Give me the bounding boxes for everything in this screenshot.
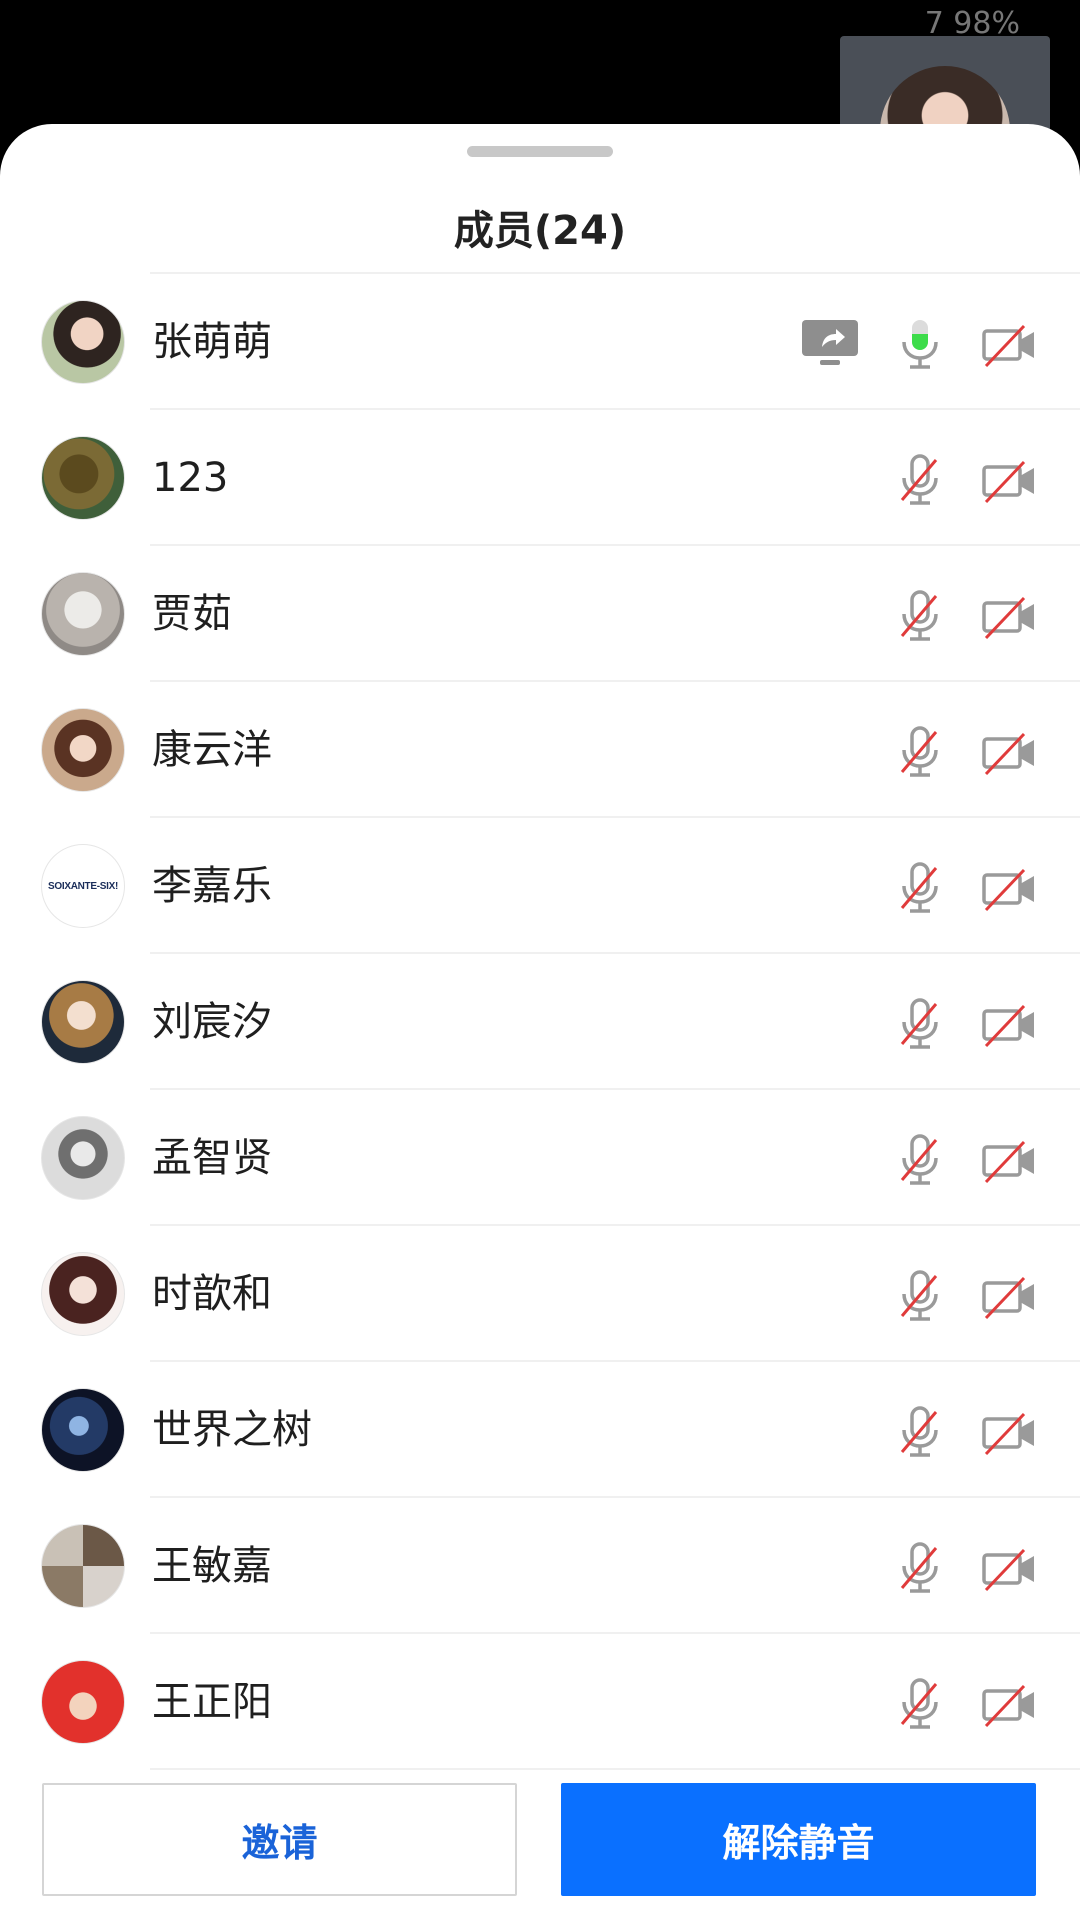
microphone-active-icon[interactable] (890, 314, 950, 374)
sheet-title: 成员(24) (453, 208, 627, 254)
member-row[interactable]: 康云洋 (0, 682, 1080, 818)
member-name: 刘宸汐 (152, 999, 272, 1045)
avatar (41, 1660, 125, 1744)
avatar (41, 572, 125, 656)
microphone-muted-icon[interactable] (890, 1538, 950, 1598)
member-name: 世界之树 (152, 1407, 312, 1453)
member-list: 张萌萌 123 贾茹康云洋 SOIXANTE-SIX! 李嘉乐刘宸汐孟智贤时歆和世界之树… (0, 274, 1080, 1770)
avatar (41, 1388, 125, 1472)
microphone-muted-icon[interactable] (890, 722, 950, 782)
avatar (41, 1116, 125, 1200)
member-row[interactable]: 贾茹 (0, 546, 1080, 682)
microphone-muted-icon[interactable] (890, 1674, 950, 1734)
microphone-muted-icon[interactable] (890, 1130, 950, 1190)
camera-off-icon[interactable] (980, 1674, 1040, 1734)
camera-off-icon[interactable] (980, 586, 1040, 646)
member-name: 时歆和 (152, 1271, 272, 1317)
member-row[interactable]: 世界之树 (0, 1362, 1080, 1498)
camera-off-icon[interactable] (980, 994, 1040, 1054)
member-row[interactable]: 王敏嘉 (0, 1498, 1080, 1634)
member-row[interactable]: 刘宸汐 (0, 954, 1080, 1090)
member-name: 李嘉乐 (152, 863, 272, 909)
avatar (41, 1252, 125, 1336)
member-name: 123 (152, 455, 229, 501)
camera-off-icon[interactable] (980, 1538, 1040, 1598)
microphone-muted-icon[interactable] (890, 994, 950, 1054)
member-row[interactable]: 张萌萌 (0, 274, 1080, 410)
avatar (41, 436, 125, 520)
avatar (41, 708, 125, 792)
camera-off-icon[interactable] (980, 314, 1040, 374)
member-row[interactable]: 123 (0, 410, 1080, 546)
member-row[interactable]: 王正阳 (0, 1634, 1080, 1770)
members-sheet: 成员(24) 张萌萌 123 贾茹康云洋 SOIXANTE-SIX! 李嘉乐刘宸汐孟智贤… (0, 124, 1080, 1920)
camera-off-icon[interactable] (980, 858, 1040, 918)
member-row[interactable]: 时歆和 (0, 1226, 1080, 1362)
member-name: 贾茹 (152, 591, 232, 637)
member-name: 孟智贤 (152, 1135, 272, 1181)
unmute-button[interactable]: 解除静音 (561, 1783, 1036, 1896)
invite-button[interactable]: 邀请 (42, 1783, 517, 1896)
camera-off-icon[interactable] (980, 1130, 1040, 1190)
drag-handle[interactable] (467, 146, 613, 157)
footer-actions: 邀请 解除静音 (0, 1780, 1080, 1920)
member-row[interactable]: SOIXANTE-SIX! 李嘉乐 (0, 818, 1080, 954)
avatar (41, 300, 125, 384)
camera-off-icon[interactable] (980, 1266, 1040, 1326)
avatar-logo-text: SOIXANTE-SIX! (48, 880, 118, 892)
member-row[interactable]: 孟智贤 (0, 1090, 1080, 1226)
microphone-muted-icon[interactable] (890, 858, 950, 918)
member-name: 张萌萌 (152, 319, 272, 365)
screen-share-icon (800, 314, 858, 374)
camera-off-icon[interactable] (980, 450, 1040, 510)
camera-off-icon[interactable] (980, 1402, 1040, 1462)
avatar: SOIXANTE-SIX! (41, 844, 125, 928)
member-name: 王敏嘉 (152, 1543, 272, 1589)
member-name: 王正阳 (152, 1679, 272, 1725)
microphone-muted-icon[interactable] (890, 1266, 950, 1326)
microphone-muted-icon[interactable] (890, 586, 950, 646)
microphone-muted-icon[interactable] (890, 450, 950, 510)
microphone-muted-icon[interactable] (890, 1402, 950, 1462)
avatar (41, 980, 125, 1064)
camera-off-icon[interactable] (980, 722, 1040, 782)
avatar (41, 1524, 125, 1608)
member-name: 康云洋 (152, 727, 272, 773)
